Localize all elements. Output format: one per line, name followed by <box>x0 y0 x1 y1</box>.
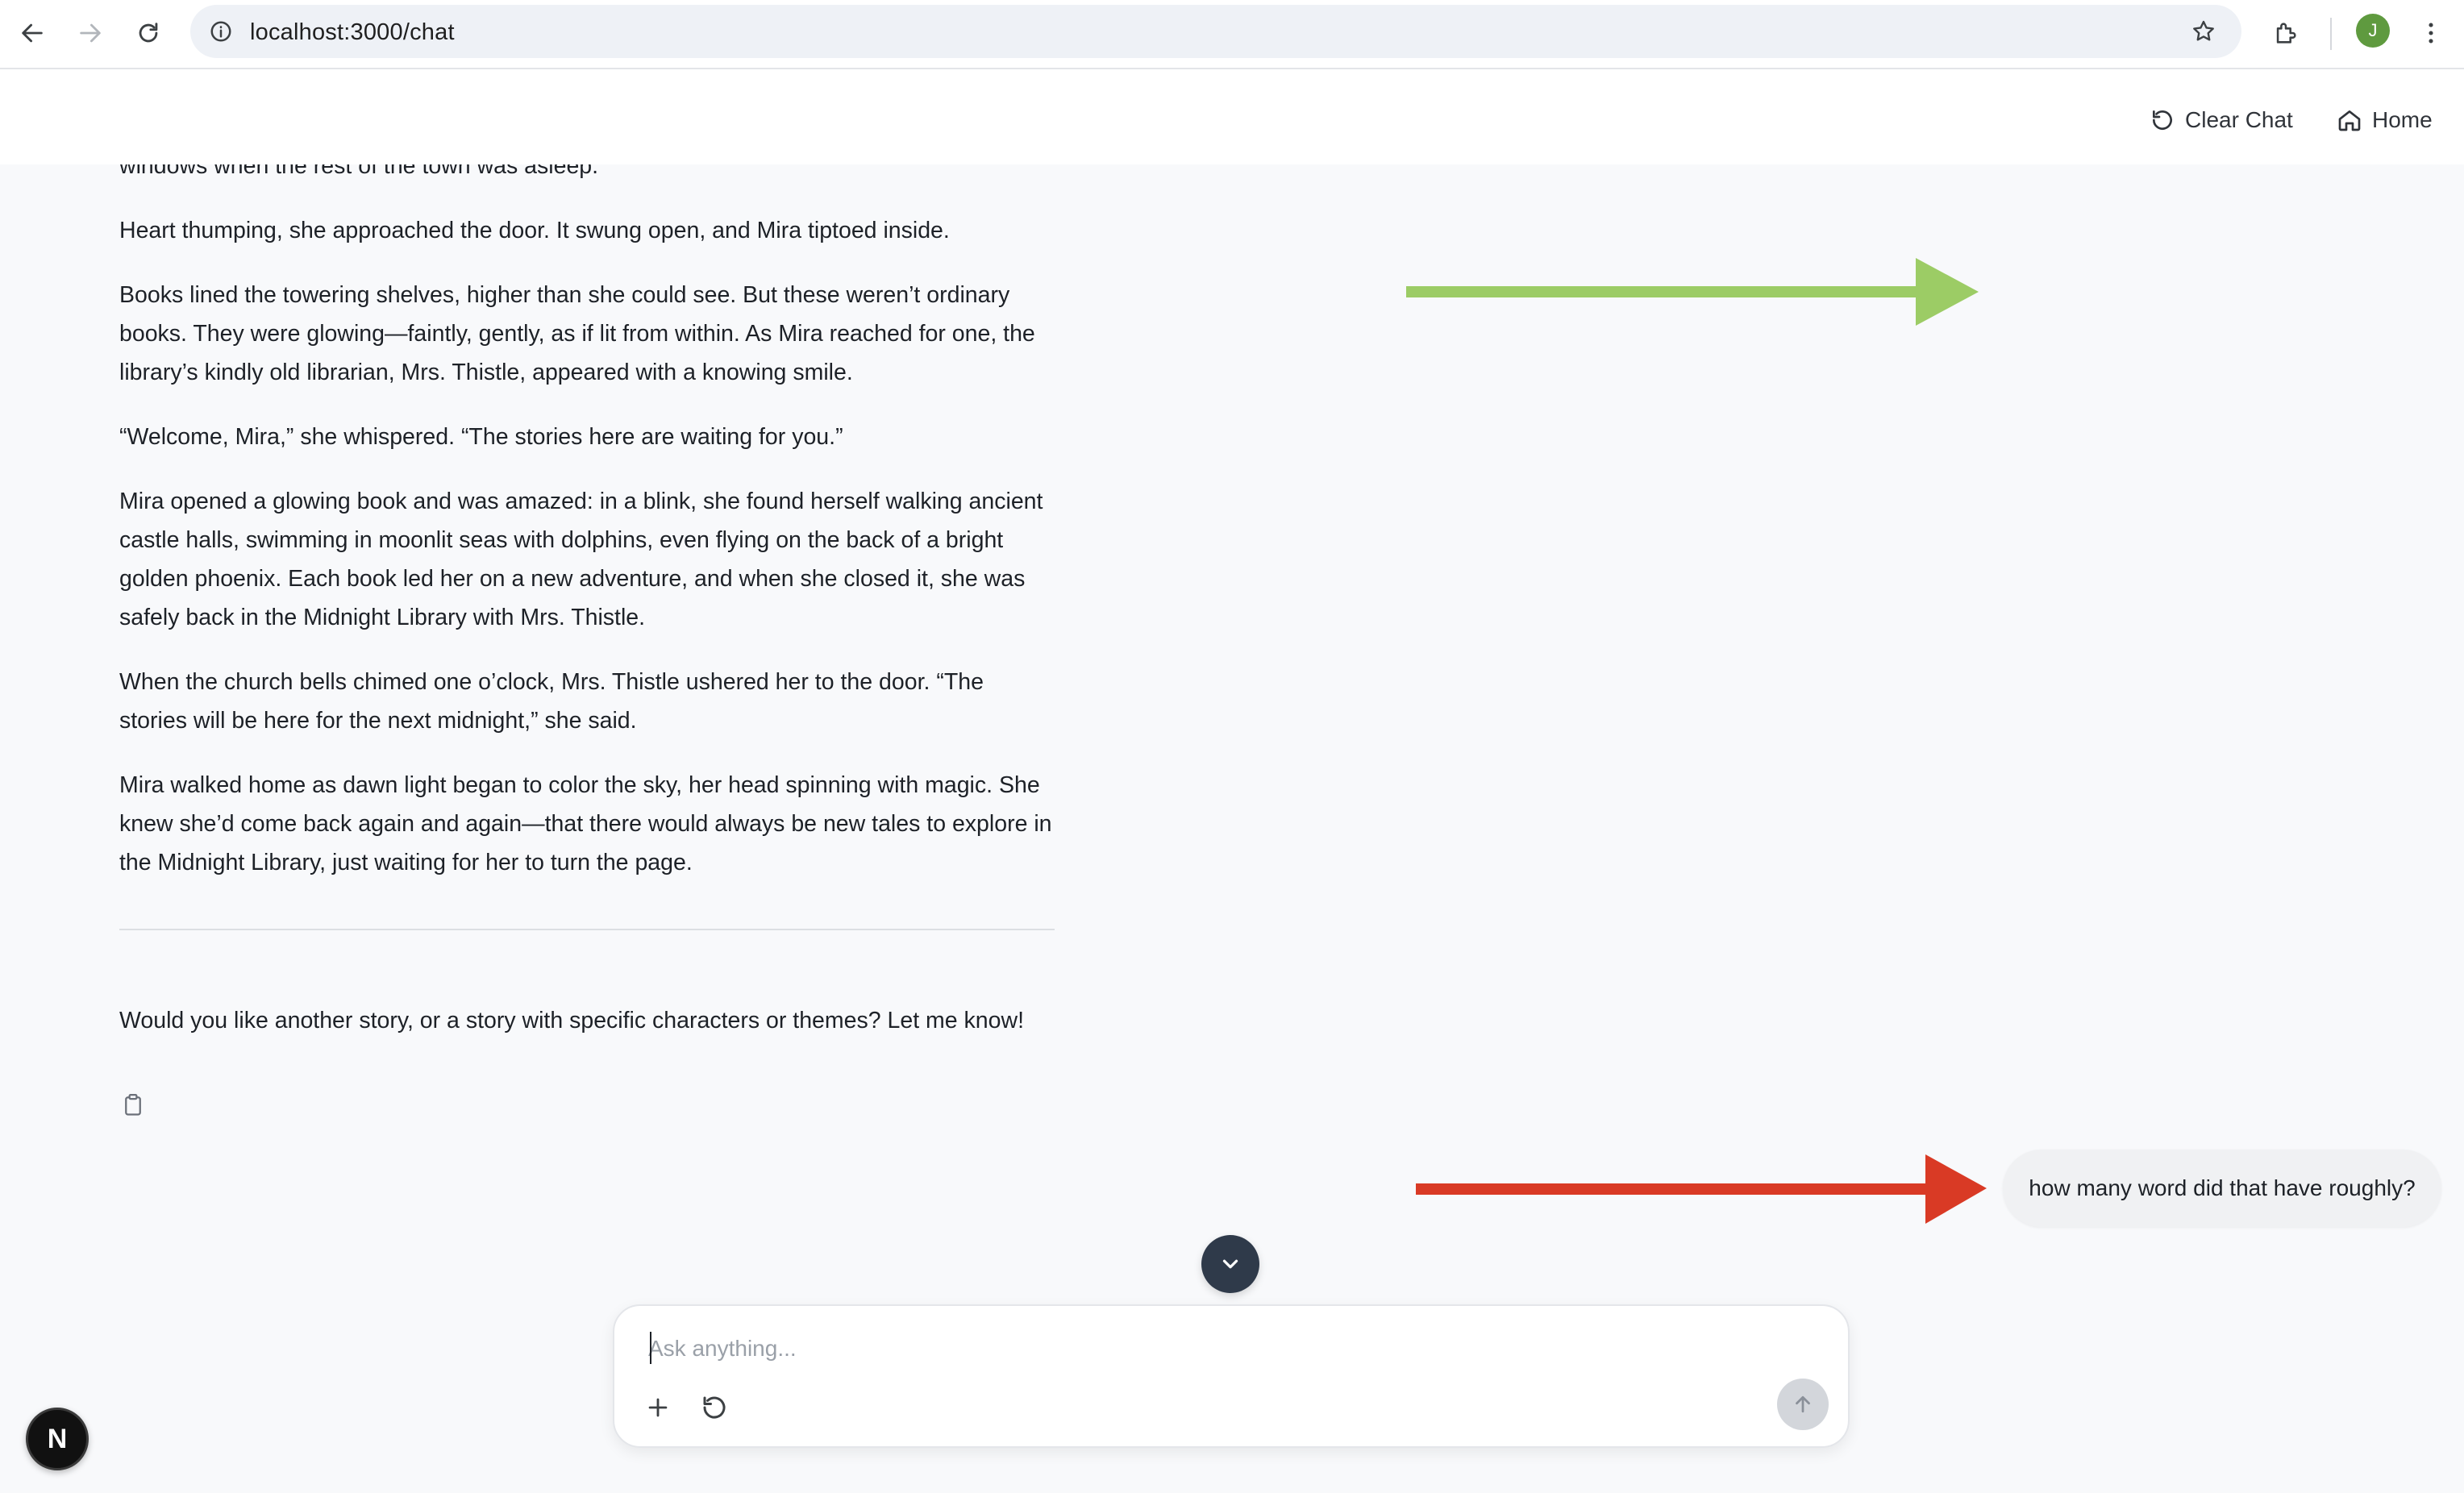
info-icon <box>210 21 231 42</box>
star-icon <box>2193 20 2214 41</box>
send-button[interactable] <box>1777 1379 1829 1430</box>
clear-chat-label: Clear Chat <box>2185 107 2293 132</box>
reset-button[interactable] <box>693 1387 735 1429</box>
red-annotation-arrow <box>1416 1154 1987 1224</box>
arrow-left-icon <box>22 23 43 43</box>
chat-composer <box>613 1304 1850 1448</box>
app-header: Clear Chat Home <box>0 69 2464 164</box>
address-bar[interactable]: localhost:3000/chat <box>190 5 2241 58</box>
chat-scroll-area[interactable]: windows when the rest of the town was as… <box>0 164 2464 1493</box>
story-paragraph: Books lined the towering shelves, higher… <box>119 282 1035 385</box>
copy-message-button[interactable] <box>119 1088 147 1121</box>
profile-avatar[interactable]: J <box>2356 14 2390 48</box>
user-message-text: how many word did that have roughly? <box>2029 1175 2416 1200</box>
kebab-menu-icon <box>2429 23 2433 44</box>
user-message-bubble: how many word did that have roughly? <box>2003 1150 2441 1227</box>
arrow-right-icon <box>80 23 101 43</box>
follow-up-question: Would you like another story, or a story… <box>119 1008 1025 1033</box>
site-info-button[interactable] <box>202 12 240 51</box>
nextjs-dev-indicator[interactable]: N <box>26 1408 89 1470</box>
clear-chat-button[interactable]: Clear Chat <box>2150 102 2293 139</box>
text-caret <box>650 1332 651 1364</box>
reload-button[interactable] <box>126 10 171 56</box>
puzzle-icon <box>2276 23 2296 44</box>
forward-button[interactable] <box>68 10 113 56</box>
green-annotation-arrow <box>1406 258 1979 326</box>
reload-icon <box>139 23 158 43</box>
plus-icon <box>648 1398 668 1417</box>
rotate-ccw-icon <box>2153 110 2172 130</box>
message-divider <box>119 929 1055 930</box>
arrow-up-icon <box>1796 1395 1810 1413</box>
scroll-to-bottom-button[interactable] <box>1201 1235 1259 1293</box>
home-button[interactable]: Home <box>2337 102 2433 139</box>
home-label: Home <box>2372 107 2433 132</box>
browser-menu-button[interactable] <box>2411 11 2451 55</box>
rotate-ccw-icon <box>703 1396 726 1419</box>
url-text[interactable]: localhost:3000/chat <box>250 19 455 46</box>
attach-button[interactable] <box>637 1387 679 1429</box>
story-paragraph: windows when the rest of the town was as… <box>119 164 599 179</box>
assistant-message: windows when the rest of the town was as… <box>119 164 1055 1066</box>
browser-toolbar: localhost:3000/chat J <box>0 0 2464 69</box>
story-paragraph: Heart thumping, she approached the door.… <box>119 218 950 243</box>
back-button[interactable] <box>10 10 55 56</box>
bookmark-button[interactable] <box>2185 13 2222 50</box>
chevron-down-icon <box>1222 1259 1238 1269</box>
toolbar-divider <box>2330 18 2332 50</box>
story-paragraph: When the church bells chimed one o’clock… <box>119 669 984 734</box>
story-paragraph: Mira walked home as dawn light began to … <box>119 772 1052 875</box>
extensions-button[interactable] <box>2264 11 2308 55</box>
story-paragraph: “Welcome, Mira,” she whispered. “The sto… <box>119 424 843 450</box>
chat-input[interactable] <box>648 1329 1696 1369</box>
clipboard-icon <box>125 1094 141 1116</box>
story-paragraph: Mira opened a glowing book and was amaze… <box>119 489 1043 630</box>
home-icon <box>2338 110 2361 131</box>
